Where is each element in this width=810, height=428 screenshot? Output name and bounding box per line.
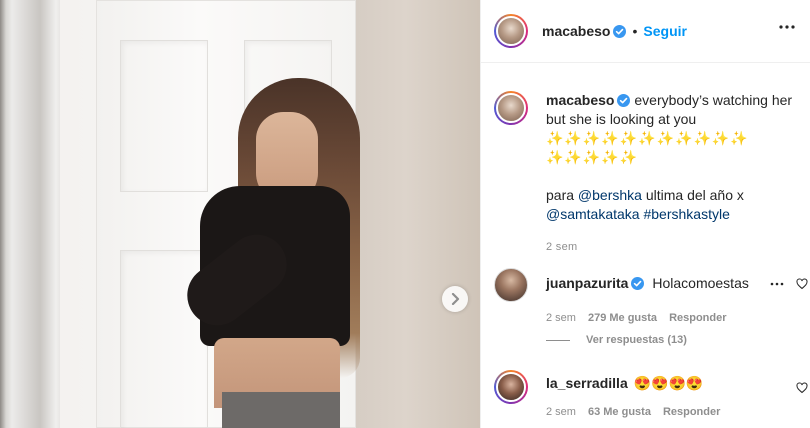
replies-divider bbox=[546, 339, 570, 341]
verified-badge-icon bbox=[613, 24, 627, 38]
avatar[interactable] bbox=[494, 14, 528, 48]
comment-username[interactable]: la_serradilla bbox=[546, 375, 628, 391]
comment-item: juanpazurita Holacomoestas 2 sem 279 Me … bbox=[494, 268, 808, 324]
caption-para: para bbox=[546, 187, 575, 203]
verified-badge-icon bbox=[617, 94, 631, 107]
sparkles-line-1: ✨✨✨✨✨✨✨✨✨✨✨ bbox=[546, 130, 749, 146]
comment-avatar[interactable] bbox=[494, 370, 528, 404]
comment-more-icon[interactable] bbox=[770, 282, 784, 286]
hashtag-bershkastyle[interactable]: #bershkastyle bbox=[643, 206, 729, 222]
more-options-icon[interactable] bbox=[778, 24, 796, 30]
comment-time[interactable]: 2 sem bbox=[546, 312, 576, 324]
window-frame bbox=[0, 0, 60, 428]
chevron-right-icon bbox=[451, 293, 460, 305]
caption-mid: ultima del año x bbox=[645, 187, 744, 203]
reply-button[interactable]: Responder bbox=[663, 406, 720, 418]
verified-badge-icon bbox=[631, 277, 645, 290]
mention-samtakataka[interactable]: @samtakataka bbox=[546, 206, 640, 222]
comment-time[interactable]: 2 sem bbox=[546, 406, 576, 418]
view-replies-button[interactable]: Ver respuestas (13) bbox=[546, 334, 687, 346]
comment-text: 😍😍😍😍 bbox=[633, 375, 704, 391]
comment-text: Holacomoestas bbox=[652, 275, 749, 291]
view-replies-label: Ver respuestas (13) bbox=[586, 334, 687, 346]
post-header: macabeso • Seguir bbox=[481, 0, 810, 63]
comment-likes[interactable]: 279 Me gusta bbox=[588, 312, 657, 324]
comment-item: la_serradilla 😍😍😍😍 2 sem 63 Me gusta Res… bbox=[494, 370, 808, 418]
caption: macabeso everybody’s watching her but sh… bbox=[494, 91, 804, 257]
comment-likes[interactable]: 63 Me gusta bbox=[588, 406, 651, 418]
next-photo-button[interactable] bbox=[442, 286, 468, 312]
mention-bershka[interactable]: @bershka bbox=[578, 187, 642, 203]
comment-avatar[interactable] bbox=[494, 268, 528, 302]
separator-dot: • bbox=[632, 23, 638, 39]
comment-meta: 2 sem 63 Me gusta Responder bbox=[546, 406, 804, 418]
follow-button[interactable]: Seguir bbox=[643, 23, 687, 39]
caption-username[interactable]: macabeso bbox=[546, 92, 614, 108]
caption-time[interactable]: 2 sem bbox=[546, 238, 804, 257]
heart-icon[interactable] bbox=[796, 278, 808, 290]
heart-icon[interactable] bbox=[796, 382, 808, 394]
sparkles-line-2: ✨✨✨✨✨ bbox=[546, 149, 639, 165]
comment-meta: 2 sem 279 Me gusta Responder bbox=[546, 312, 804, 324]
header-username[interactable]: macabeso bbox=[542, 23, 610, 39]
reply-button[interactable]: Responder bbox=[669, 312, 726, 324]
skirt bbox=[222, 392, 340, 428]
wall bbox=[356, 0, 480, 428]
caption-avatar[interactable] bbox=[494, 91, 528, 125]
post-photo[interactable] bbox=[0, 0, 480, 428]
post-side-panel: macabeso • Seguir macabeso everybody’s w… bbox=[480, 0, 810, 428]
comment-username[interactable]: juanpazurita bbox=[546, 275, 628, 291]
